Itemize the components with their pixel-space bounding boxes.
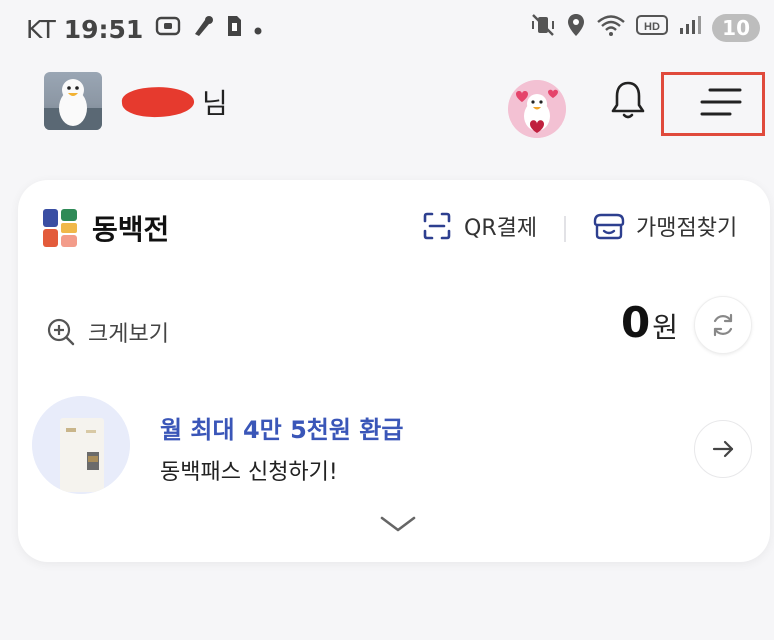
location-icon bbox=[566, 12, 586, 44]
qr-pay-label: QR결제 bbox=[464, 216, 538, 241]
seagull-mascot-icon bbox=[44, 79, 102, 130]
promo-title[interactable]: 월 최대 4만 5천원 환급 bbox=[160, 410, 403, 445]
mascot-heart-icon bbox=[508, 80, 566, 138]
status-bar: KT 19:51 HD 10 bbox=[0, 0, 774, 60]
profile-avatar[interactable] bbox=[44, 72, 102, 130]
zoom-in-icon bbox=[47, 318, 75, 346]
mascot-avatar[interactable] bbox=[508, 80, 566, 138]
qr-scan-icon bbox=[423, 212, 451, 240]
status-right: HD 10 bbox=[520, 12, 760, 44]
brand: 동백전 bbox=[42, 208, 169, 248]
notification-bell-icon[interactable] bbox=[608, 78, 648, 122]
greeting-suffix: 님 bbox=[202, 87, 228, 120]
app-header: 님 bbox=[0, 62, 774, 146]
clock: 19:51 bbox=[63, 14, 144, 44]
store-icon bbox=[593, 213, 625, 240]
menu-icon[interactable] bbox=[696, 84, 744, 120]
zoom-view-label: 크게보기 bbox=[88, 322, 169, 347]
promo-subtitle[interactable]: 동백패스 신청하기! bbox=[160, 454, 338, 486]
chevron-down-icon[interactable] bbox=[378, 514, 418, 534]
sim-icon bbox=[225, 14, 243, 44]
refresh-icon bbox=[713, 313, 733, 337]
promo-thumbnail[interactable] bbox=[32, 396, 130, 494]
svg-text:HD: HD bbox=[644, 21, 660, 33]
action-divider bbox=[564, 216, 566, 242]
hd-icon: HD bbox=[636, 14, 669, 42]
promo-arrow-button[interactable] bbox=[694, 420, 752, 478]
status-left: KT 19:51 bbox=[26, 14, 273, 44]
balance-amount: 0 bbox=[621, 298, 651, 347]
brand-name: 동백전 bbox=[92, 213, 170, 246]
wallet-card: 동백전 QR결제 가맹점찾기 크게보기 0 원 월 최대 4만 5천원 환급 동… bbox=[18, 180, 770, 562]
dot-icon bbox=[253, 17, 263, 42]
arrow-right-icon bbox=[712, 440, 734, 458]
mute-vibrate-icon bbox=[530, 13, 556, 43]
promo-card-image bbox=[32, 396, 130, 494]
screen-record-icon bbox=[155, 15, 181, 43]
redacted-username bbox=[121, 84, 195, 120]
carrier-label: KT bbox=[26, 14, 56, 44]
store-finder-label: 가맹점찾기 bbox=[636, 216, 738, 241]
paint-icon bbox=[191, 14, 215, 44]
store-finder-button[interactable]: 가맹점찾기 bbox=[592, 210, 737, 242]
dongbaek-logo-icon bbox=[43, 209, 77, 247]
balance-unit: 원 bbox=[652, 311, 678, 344]
balance: 0 원 bbox=[621, 298, 678, 347]
signal-icon bbox=[678, 14, 702, 42]
battery-indicator: 10 bbox=[712, 14, 760, 42]
wifi-icon bbox=[596, 13, 626, 43]
user-greeting: 님 bbox=[121, 82, 228, 122]
qr-pay-button[interactable]: QR결제 bbox=[422, 210, 537, 242]
refresh-button[interactable] bbox=[694, 296, 752, 354]
zoom-view-button[interactable]: 크게보기 bbox=[46, 316, 169, 348]
